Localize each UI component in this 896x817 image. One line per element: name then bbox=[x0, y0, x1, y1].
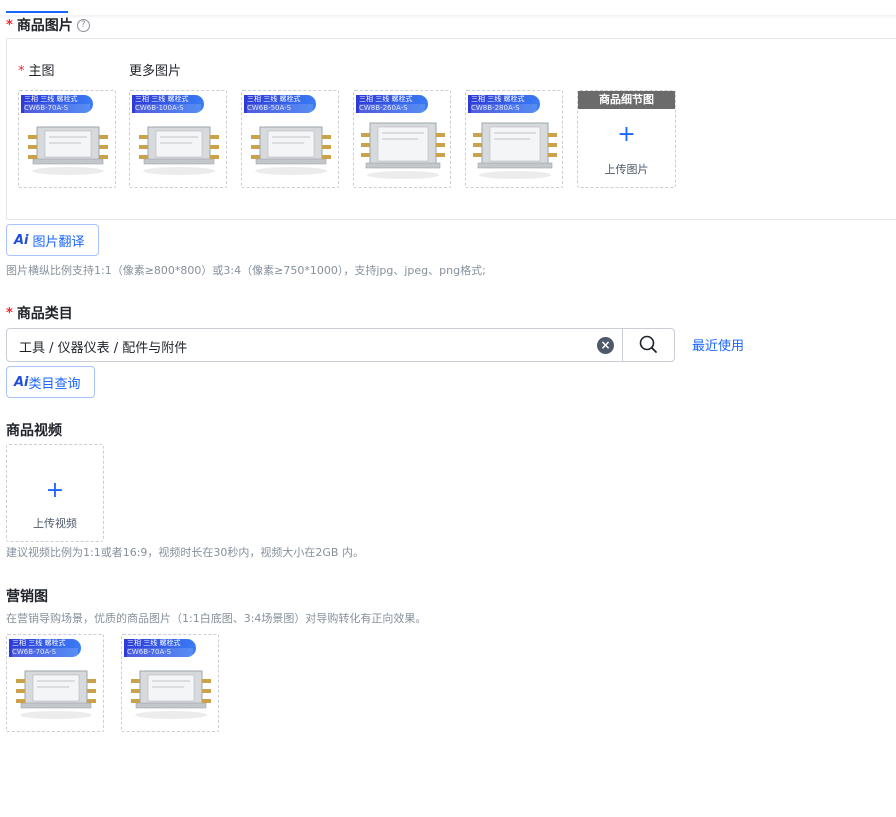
detail-image-header: 商品细节图 bbox=[578, 91, 675, 109]
category-title-text: 商品类目 bbox=[16, 306, 73, 322]
product-image-thumbnail[interactable]: 三相 三线 螺栓式 CW6B-50A-S bbox=[241, 90, 339, 188]
category-input[interactable]: 工具 / 仪器仪表 / 配件与附件 × bbox=[6, 328, 675, 362]
ai-image-translate-button[interactable]: Ai 图片翻译 bbox=[6, 224, 99, 256]
product-image-thumbnail[interactable]: 三相 三线 螺栓式 CW8B-260A-S bbox=[353, 90, 451, 188]
product-model-badge: 三相 三线 螺栓式 CW6B-70A-S bbox=[124, 639, 196, 657]
search-icon bbox=[639, 335, 657, 353]
product-images-title: * 商品图片 ? bbox=[6, 15, 90, 35]
badge-type-text: 三相 三线 螺栓式 bbox=[135, 95, 189, 103]
ai-image-translate-label: 图片翻译 bbox=[32, 234, 85, 250]
upload-image-label: 上传图片 bbox=[604, 163, 649, 176]
more-images-label: 更多图片 bbox=[129, 64, 182, 79]
top-header-strip bbox=[0, 0, 896, 15]
badge-type-text: 三相 三线 螺栓式 bbox=[12, 639, 66, 647]
badge-type-text: 三相 三线 螺栓式 bbox=[127, 639, 181, 647]
product-model-badge: 三相 三线 螺栓式 CW6B-50A-S bbox=[244, 95, 316, 113]
badge-model-text: CW6B-50A-S bbox=[247, 104, 313, 113]
video-upload[interactable]: + 上传视频 bbox=[6, 444, 104, 542]
product-image-thumbnail[interactable]: 三相 三线 螺栓式 CW6B-100A-S bbox=[129, 90, 227, 188]
product-image-thumbnail[interactable]: 三相 三线 螺栓式 CW8B-280A-S bbox=[465, 90, 563, 188]
image-format-hint: 图片横纵比例支持1:1（像素≥800*800）或3:4（像素≥750*1000）… bbox=[6, 264, 486, 277]
ai-category-query-button[interactable]: Ai 类目查询 bbox=[6, 366, 95, 398]
category-search-button[interactable] bbox=[622, 328, 676, 362]
video-title: 商品视频 bbox=[6, 423, 62, 439]
product-model-badge: 三相 三线 螺栓式 CW6B-70A-S bbox=[21, 95, 93, 113]
badge-model-text: CW6B-70A-S bbox=[24, 104, 90, 113]
active-tab-indicator bbox=[6, 11, 68, 13]
badge-model-text: CW6B-100A-S bbox=[135, 104, 201, 113]
badge-type-text: 三相 三线 螺栓式 bbox=[24, 95, 78, 103]
badge-model-text: CW6B-70A-S bbox=[127, 648, 193, 657]
marketing-title: 营销图 bbox=[6, 589, 48, 605]
badge-type-text: 三相 三线 螺栓式 bbox=[247, 95, 301, 103]
marketing-image-thumbnail[interactable]: 三相 三线 螺栓式 CW6B-70A-S bbox=[121, 634, 219, 732]
required-mark: * bbox=[18, 64, 25, 79]
marketing-hint: 在营销导购场景，优质的商品图片（1:1白底图、3:4场景图）对导购转化有正向效果… bbox=[6, 612, 427, 625]
required-mark: * bbox=[6, 305, 13, 321]
category-value: 工具 / 仪器仪表 / 配件与附件 bbox=[19, 341, 188, 356]
badge-type-text: 三相 三线 螺栓式 bbox=[471, 95, 525, 103]
video-hint: 建议视频比例为1:1或者16:9，视频时长在30秒内，视频大小在2GB 内。 bbox=[6, 546, 364, 559]
product-image-thumbnail[interactable]: 三相 三线 螺栓式 CW6B-70A-S bbox=[18, 90, 116, 188]
clear-circle-icon[interactable]: × bbox=[597, 337, 614, 354]
upload-video-label: 上传视频 bbox=[33, 517, 77, 530]
required-mark: * bbox=[6, 17, 13, 33]
main-image-label: * 主图 bbox=[18, 60, 55, 79]
product-model-badge: 三相 三线 螺栓式 CW6B-70A-S bbox=[9, 639, 81, 657]
plus-icon: + bbox=[617, 122, 636, 147]
marketing-image-thumbnail[interactable]: 三相 三线 螺栓式 CW6B-70A-S bbox=[6, 634, 104, 732]
ai-icon: Ai bbox=[14, 232, 29, 248]
plus-icon: + bbox=[45, 478, 65, 503]
detail-image-upload[interactable]: 商品细节图 + 上传图片 bbox=[577, 90, 676, 188]
question-circle-icon[interactable]: ? bbox=[76, 18, 90, 32]
badge-model-text: CW8B-260A-S bbox=[359, 104, 425, 113]
ai-icon: Ai bbox=[14, 374, 29, 390]
product-model-badge: 三相 三线 螺栓式 CW8B-280A-S bbox=[468, 95, 540, 113]
badge-type-text: 三相 三线 螺栓式 bbox=[359, 95, 413, 103]
product-model-badge: 三相 三线 螺栓式 CW8B-260A-S bbox=[356, 95, 428, 113]
category-title: * 商品类目 bbox=[6, 303, 73, 323]
main-image-label-text: 主图 bbox=[28, 64, 55, 79]
ai-category-query-label: 类目查询 bbox=[28, 376, 81, 392]
badge-model-text: CW6B-70A-S bbox=[12, 648, 78, 657]
product-model-badge: 三相 三线 螺栓式 CW6B-100A-S bbox=[132, 95, 204, 113]
recent-used-link[interactable]: 最近使用 bbox=[692, 335, 744, 354]
product-images-title-text: 商品图片 bbox=[16, 18, 73, 34]
badge-model-text: CW8B-280A-S bbox=[471, 104, 537, 113]
